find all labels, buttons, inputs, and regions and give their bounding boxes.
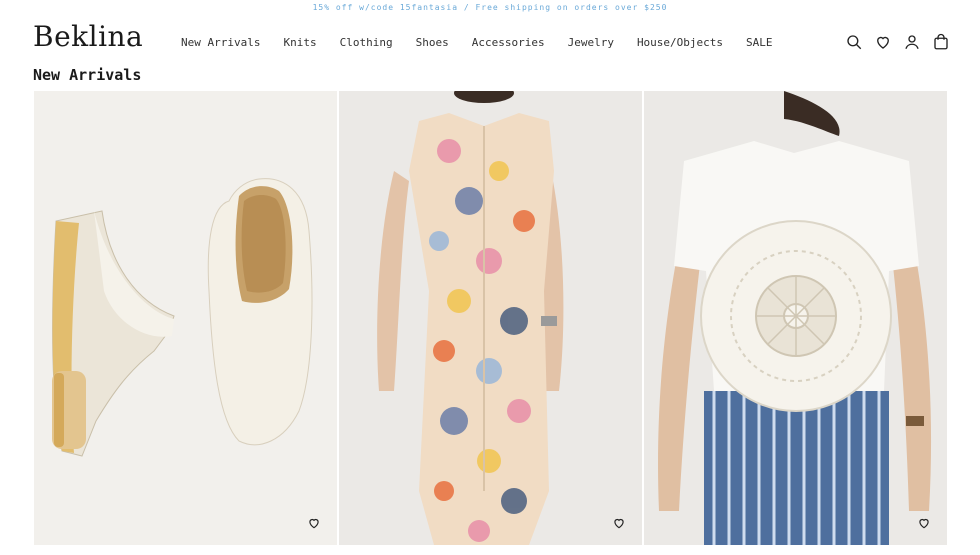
nav-accessories[interactable]: Accessories xyxy=(472,36,545,49)
main-nav: New Arrivals Knits Clothing Shoes Access… xyxy=(181,36,796,49)
product-card[interactable] xyxy=(34,91,337,545)
nav-sale[interactable]: SALE xyxy=(746,36,773,49)
heart-icon[interactable] xyxy=(874,33,892,51)
nav-shoes[interactable]: Shoes xyxy=(416,36,449,49)
header-icons xyxy=(845,33,950,51)
promo-banner: 15% off w/code 15fantasia / Free shippin… xyxy=(312,3,668,12)
wishlist-heart-icon[interactable] xyxy=(612,515,626,529)
product-image-clogs xyxy=(34,91,337,545)
product-card[interactable] xyxy=(644,91,947,545)
cart-icon[interactable] xyxy=(932,33,950,51)
site-header: Beklina New Arrivals Knits Clothing Shoe… xyxy=(0,16,980,66)
nav-clothing[interactable]: Clothing xyxy=(340,36,393,49)
wishlist-heart-icon[interactable] xyxy=(917,515,931,529)
account-icon[interactable] xyxy=(903,33,921,51)
nav-house-objects[interactable]: House/Objects xyxy=(637,36,723,49)
search-icon[interactable] xyxy=(845,33,863,51)
product-image-crochet-top xyxy=(644,91,947,545)
nav-jewelry[interactable]: Jewelry xyxy=(568,36,614,49)
product-image-dress xyxy=(339,91,642,545)
site-logo[interactable]: Beklina xyxy=(33,20,143,53)
product-grid xyxy=(34,91,947,545)
wishlist-heart-icon[interactable] xyxy=(307,515,321,529)
page-title: New Arrivals xyxy=(33,66,142,84)
nav-knits[interactable]: Knits xyxy=(283,36,316,49)
product-card[interactable] xyxy=(339,91,642,545)
nav-new-arrivals[interactable]: New Arrivals xyxy=(181,36,260,49)
